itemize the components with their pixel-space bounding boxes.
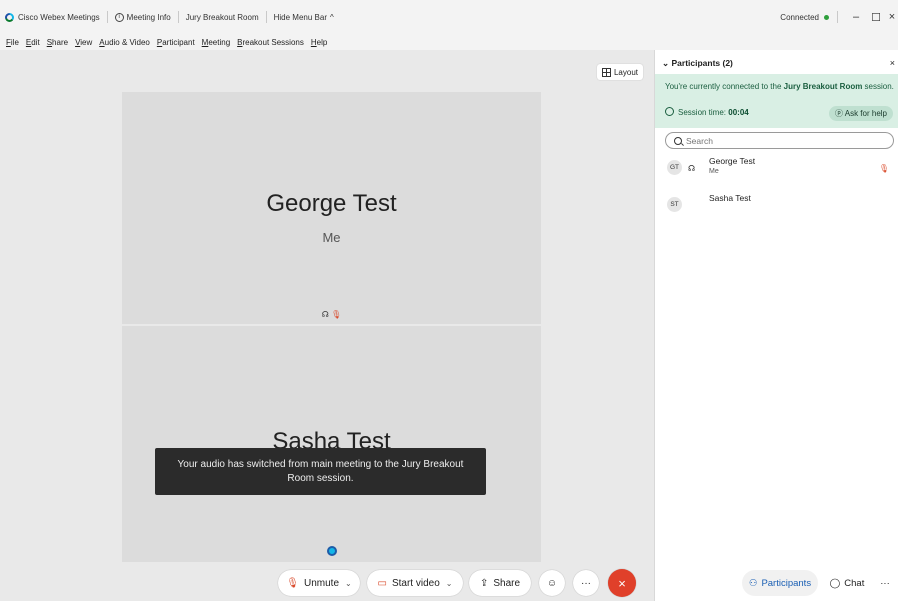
- menu-help[interactable]: Help: [311, 38, 327, 47]
- audio-switch-toast: Your audio has switched from main meetin…: [155, 448, 486, 495]
- panel-more-button[interactable]: ···: [873, 570, 897, 596]
- layout-label: Layout: [613, 67, 639, 77]
- menu-share[interactable]: Share: [47, 38, 68, 47]
- divider: [265, 11, 267, 23]
- minimize-button[interactable]: –: [846, 11, 866, 23]
- chevron-down-icon[interactable]: ⌄: [345, 579, 352, 588]
- ask-for-help-button[interactable]: ⓟ Ask for help: [828, 106, 893, 121]
- maximize-button[interactable]: ☐: [866, 11, 886, 24]
- hide-menu-bar-button[interactable]: Hide Menu Bar ^: [269, 0, 339, 34]
- chat-tab-button[interactable]: ◯ Chat: [823, 570, 871, 596]
- room-name: Jury Breakout Room: [185, 12, 259, 22]
- session-time-label: Session time:: [678, 108, 729, 117]
- banner-suffix: session.: [862, 82, 894, 91]
- menu-file[interactable]: File: [6, 38, 19, 47]
- app-title: Cisco Webex Meetings: [0, 0, 105, 34]
- mic-muted-icon: 🎙: [286, 577, 299, 589]
- clock-icon: [665, 107, 674, 116]
- avatar: GT: [667, 160, 682, 175]
- tile-status-icons: ☊ 🎙: [122, 310, 541, 319]
- panel-footer: ⚇ Participants ◯ Chat ···: [655, 568, 898, 601]
- tile-participant-name: George Test: [266, 190, 397, 217]
- divider: [837, 11, 838, 23]
- divider: [106, 11, 108, 23]
- meeting-controls: 🎙 Unmute ⌄ ▭ Start video ⌄ ⇪ Share ☺ ···…: [0, 566, 654, 601]
- start-video-button[interactable]: ▭ Start video ⌄: [367, 570, 463, 596]
- menu-edit[interactable]: Edit: [26, 38, 40, 47]
- tile-status-icons: [122, 546, 541, 558]
- chevron-up-icon: ^: [329, 12, 334, 22]
- start-video-label: Start video: [391, 577, 440, 589]
- reactions-button[interactable]: ☺: [539, 570, 565, 596]
- banner-prefix: You're currently connected to the: [665, 82, 784, 91]
- hide-menu-bar-label: Hide Menu Bar: [273, 12, 327, 22]
- banner-text: You're currently connected to the Jury B…: [665, 81, 895, 92]
- unmute-button[interactable]: 🎙 Unmute ⌄: [278, 570, 360, 596]
- participant-search[interactable]: [665, 132, 894, 149]
- video-off-icon: ▭: [377, 577, 387, 589]
- breakout-banner: You're currently connected to the Jury B…: [655, 74, 898, 128]
- menu-view[interactable]: View: [75, 38, 92, 47]
- menu-participant[interactable]: Participant: [157, 38, 195, 47]
- headset-icon: ☊: [688, 164, 696, 173]
- participant-note: Me: [709, 168, 719, 175]
- panel-title: Participants (2): [671, 58, 733, 68]
- help-icon: ⓟ: [834, 109, 845, 118]
- share-label: Share: [493, 577, 521, 589]
- video-tile-sasha[interactable]: Sasha Test: [122, 326, 541, 562]
- participant-row[interactable]: GT ☊ George Test Me 🎙: [665, 156, 895, 178]
- tile-participant-subtitle: Me: [322, 230, 341, 245]
- ask-for-help-label: Ask for help: [844, 109, 887, 118]
- participant-row[interactable]: ST Sasha Test: [665, 193, 895, 215]
- participant-name: George Test: [709, 156, 756, 166]
- video-tile-george[interactable]: George Test Me ☊ 🎙: [122, 92, 541, 324]
- panel-header[interactable]: ⌄ Participants (2): [662, 58, 733, 69]
- meeting-info-button[interactable]: i Meeting Info: [110, 0, 176, 34]
- menu-breakout-sessions[interactable]: Breakout Sessions: [237, 38, 304, 47]
- chat-tab-label: Chat: [844, 577, 865, 589]
- participants-icon: ⚇: [748, 577, 758, 589]
- headset-icon: ☊: [321, 310, 329, 319]
- meeting-info-label: Meeting Info: [126, 12, 171, 22]
- session-time: Session time: 00:04: [665, 107, 749, 117]
- chevron-down-icon[interactable]: ⌄: [446, 579, 453, 588]
- grid-icon: [601, 67, 611, 77]
- participants-tab-button[interactable]: ⚇ Participants: [742, 570, 818, 596]
- menu-bar: File Edit Share View Audio & Video Parti…: [0, 34, 898, 50]
- chat-icon: ◯: [829, 577, 841, 589]
- menu-audio-video[interactable]: Audio & Video: [99, 38, 150, 47]
- unmute-label: Unmute: [303, 577, 339, 589]
- app-name: Cisco Webex Meetings: [18, 12, 100, 22]
- participant-name: Sasha Test: [709, 193, 751, 203]
- search-input[interactable]: [682, 135, 866, 146]
- banner-room: Jury Breakout Room: [783, 82, 863, 91]
- share-icon: ⇪: [479, 577, 489, 589]
- connection-status: Connected: [780, 12, 819, 22]
- search-icon: [674, 136, 682, 145]
- session-time-value: 00:04: [728, 108, 749, 117]
- title-bar: Cisco Webex Meetings i Meeting Info Jury…: [0, 0, 898, 34]
- more-options-button[interactable]: ···: [573, 570, 599, 596]
- close-panel-button[interactable]: ×: [890, 58, 895, 68]
- divider: [177, 11, 179, 23]
- mic-muted-icon[interactable]: 🎙: [879, 164, 889, 173]
- menu-meeting[interactable]: Meeting: [202, 38, 230, 47]
- connected-dot-icon: [824, 14, 829, 20]
- webex-status-icon: [326, 546, 337, 556]
- mic-muted-icon: 🎙: [331, 310, 342, 319]
- avatar: ST: [667, 197, 682, 212]
- share-button[interactable]: ⇪ Share: [469, 570, 531, 596]
- end-meeting-button[interactable]: ×: [608, 569, 636, 597]
- close-window-button[interactable]: ×: [886, 11, 898, 23]
- smiley-icon: ☺: [546, 577, 558, 589]
- layout-button[interactable]: Layout: [597, 64, 643, 80]
- webex-logo-icon: [5, 12, 14, 22]
- participants-panel: ⌄ Participants (2) × You're currently co…: [654, 50, 898, 601]
- participants-tab-label: Participants: [761, 577, 812, 589]
- info-icon: i: [114, 12, 124, 22]
